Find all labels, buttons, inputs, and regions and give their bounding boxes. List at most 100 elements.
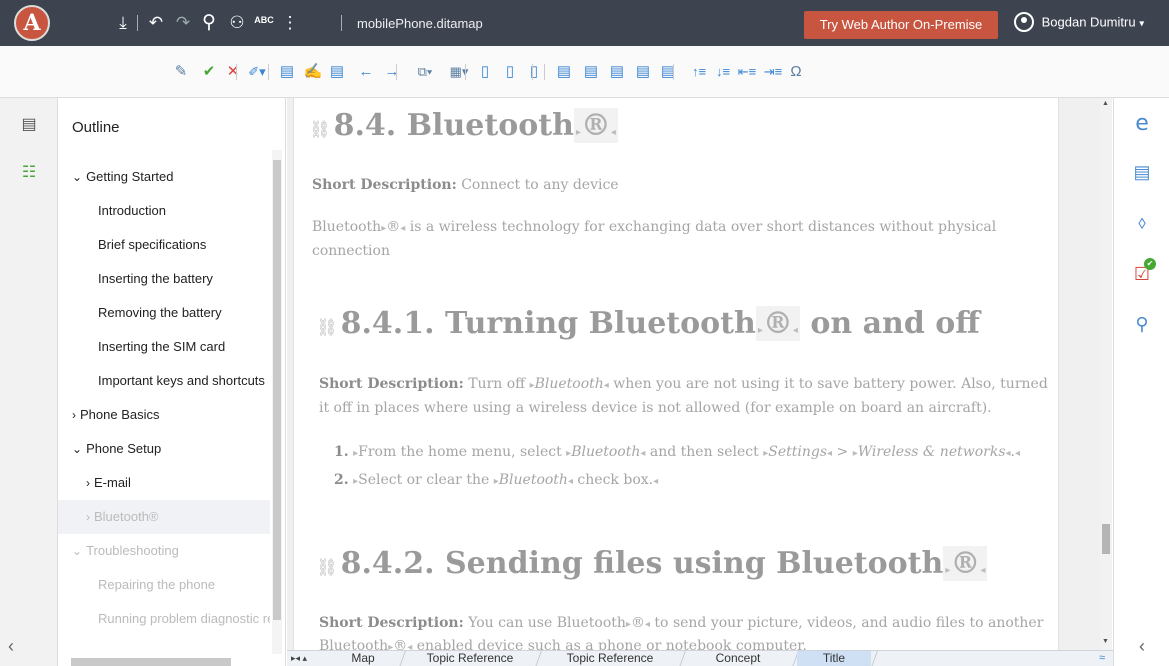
chevron-down-icon[interactable]: ⌄ — [72, 170, 82, 184]
remove-comment-icon[interactable]: ▤ — [326, 61, 348, 83]
breadcrumb-item[interactable]: Map — [327, 651, 399, 666]
scroll-thumb[interactable] — [273, 160, 281, 620]
oxygen-logo[interactable]: A — [14, 5, 50, 41]
outline-horizontal-scrollbar[interactable] — [66, 654, 266, 666]
chevron-right-icon[interactable]: › — [86, 476, 90, 490]
promote-icon[interactable]: ⇤≡ — [734, 61, 760, 83]
breadcrumb-item[interactable]: Topic Reference — [405, 651, 535, 666]
spell-check-icon[interactable]: ABC — [253, 9, 275, 31]
insert-keydef-icon[interactable]: ▯ — [523, 61, 545, 83]
track-changes-icon[interactable]: ✎ — [170, 61, 192, 83]
more-options-icon[interactable]: ⋮ — [279, 12, 301, 34]
delete-row-icon[interactable]: ▤ — [657, 61, 679, 83]
chevron-down-icon[interactable]: ⌄ — [72, 442, 82, 456]
collapse-left-icon[interactable]: ‹ — [8, 636, 14, 657]
short-description[interactable]: Short Description: Connect to any device — [312, 174, 1042, 197]
insert-row-below-icon[interactable]: ▤ — [580, 61, 602, 83]
outline-item[interactable]: Inserting the battery — [58, 262, 270, 296]
scroll-up-icon[interactable]: ▲ — [1102, 100, 1109, 107]
demote-icon[interactable]: ⇥≡ — [760, 61, 786, 83]
review-icon[interactable]: ⚇ — [226, 12, 248, 34]
short-description[interactable]: Short Description: You can use Bluetooth… — [319, 612, 1054, 636]
reject-change-icon[interactable]: ✕ — [222, 61, 244, 83]
search-icon[interactable]: ⚲ — [198, 12, 220, 34]
outline-vertical-scrollbar[interactable] — [272, 150, 282, 654]
document-page[interactable]: ⛓ 8.4. Bluetooth ▸®◂ Short Description: Co… — [293, 98, 1059, 650]
try-on-premise-button[interactable]: Try Web Author On-Premise — [804, 11, 998, 39]
edit-comment-icon[interactable]: ✍ — [302, 61, 324, 83]
add-comment-icon[interactable]: ▤ — [276, 61, 298, 83]
outline-item[interactable]: › Bluetooth® — [58, 500, 270, 534]
redo-icon[interactable]: ↷ — [172, 12, 194, 34]
step-item[interactable]: 1. ▸From the home menu, select ▸Bluetoot… — [334, 441, 1054, 465]
short-description[interactable]: Short Description: Turn off ▸Bluetooth◂ … — [319, 373, 1049, 420]
download-icon[interactable]: ⤓ — [112, 12, 134, 34]
divider — [673, 64, 674, 80]
move-up-icon[interactable]: ↑≡ — [686, 61, 712, 83]
outline-item[interactable]: Removing the battery — [58, 296, 270, 330]
dita-map-view-icon[interactable]: ▤ — [14, 110, 44, 140]
attributes-icon[interactable]: e — [1128, 110, 1156, 138]
insert-symbol-icon[interactable]: Ω — [785, 61, 807, 83]
insert-column-icon[interactable]: ▤ — [632, 61, 654, 83]
outline-item[interactable]: › Phone Basics — [58, 398, 270, 432]
outline-item[interactable]: Important keys and shortcuts — [58, 364, 270, 398]
breadcrumb-item[interactable]: Concept — [684, 651, 792, 666]
step-item[interactable]: 2. ▸Select or clear the ▸Bluetooth◂ chec… — [334, 469, 1054, 493]
next-change-icon[interactable]: → — [381, 61, 403, 83]
insert-row-above-icon[interactable]: ▤ — [606, 61, 628, 83]
outline-item-label: Brief specifications — [98, 237, 207, 252]
chevron-right-icon[interactable]: › — [86, 510, 90, 524]
outline-item[interactable]: Brief specifications — [58, 228, 270, 262]
copy-menu-icon[interactable]: ⧉▾ — [412, 61, 438, 83]
breadcrumb-item[interactable]: Topic Reference — [541, 651, 679, 666]
outline-view-icon[interactable]: ☷ — [14, 158, 44, 188]
chevron-down-icon: ▾ — [1139, 18, 1145, 30]
outline-item[interactable]: › E-mail — [58, 466, 270, 500]
tags-icon[interactable]: ⬨ — [1128, 208, 1156, 236]
outline-item[interactable]: ⌄ Getting Started — [58, 160, 270, 194]
outline-item[interactable]: ⌄ Troubleshooting — [58, 534, 270, 568]
scroll-thumb[interactable] — [71, 658, 231, 666]
breadcrumb-item[interactable]: Title — [797, 651, 871, 666]
accept-change-icon[interactable]: ✔ — [198, 61, 220, 83]
section-title[interactable]: ⛓ 8.4.1. Turning Bluetooth ▸®◂ on and off — [316, 306, 980, 341]
outline-item-label: Bluetooth® — [94, 509, 159, 524]
outline-tree: ⌄ Getting Started Introduction Brief specif… — [58, 160, 270, 666]
outline-item-label: Repairing the phone — [98, 577, 216, 592]
comments-icon[interactable]: ▤ — [1128, 158, 1156, 186]
scroll-down-icon[interactable]: ▼ — [1102, 638, 1109, 645]
divider — [465, 64, 466, 80]
insert-reference-icon[interactable]: ▯ — [499, 61, 521, 83]
outline-item[interactable]: Inserting the SIM card — [58, 330, 270, 364]
divider — [396, 64, 397, 80]
undo-icon[interactable]: ↶ — [145, 12, 167, 34]
chevron-right-icon[interactable]: › — [72, 408, 76, 422]
topic-title[interactable]: ⛓ 8.4. Bluetooth ▸®◂ — [309, 108, 618, 143]
editor-area: ⛓ 8.4. Bluetooth ▸®◂ Short Description: Co… — [287, 98, 1112, 650]
chevron-down-icon[interactable]: ⌄ — [72, 544, 82, 558]
scroll-thumb[interactable] — [1102, 524, 1110, 554]
outline-item[interactable]: Repairing the phone — [58, 568, 270, 602]
collapse-right-icon[interactable]: ‹ — [1128, 632, 1156, 660]
previous-change-icon[interactable]: ← — [355, 61, 377, 83]
breadcrumb-nav-icon[interactable]: ▸◂ ▴ — [291, 651, 307, 666]
outline-item[interactable]: Introduction — [58, 194, 270, 228]
find-replace-icon[interactable]: ⚲ — [1128, 310, 1156, 338]
insert-table-icon[interactable]: ▤ — [553, 61, 575, 83]
outline-item[interactable]: ⌄ Phone Setup — [58, 432, 270, 466]
body-paragraph[interactable]: Bluetooth▸®◂ is a wireless technology fo… — [312, 216, 1042, 263]
outline-item-label: Removing the battery — [98, 305, 222, 320]
section-title[interactable]: ⛓ 8.4.2. Sending files using Bluetooth ▸®◂ — [316, 546, 988, 581]
expand-breadcrumb-icon[interactable]: ≈ — [1099, 651, 1105, 666]
editor-vertical-scrollbar[interactable]: ▲ ▼ — [1100, 98, 1112, 650]
move-down-icon[interactable]: ↓≡ — [710, 61, 736, 83]
outline-item[interactable]: Running problem diagnostic re — [58, 602, 270, 636]
user-menu[interactable]: Bogdan Dumitru ▾ — [1014, 12, 1145, 33]
insert-topic-icon[interactable]: ▯ — [474, 61, 496, 83]
document-filename: mobilePhone.ditamap — [357, 16, 483, 31]
highlight-icon[interactable]: ✐▾ — [244, 61, 270, 83]
outline-item-label: Important keys and shortcuts — [98, 373, 265, 388]
insert-menu-icon[interactable]: ▦▾ — [446, 61, 472, 83]
body-paragraph[interactable]: Bluetooth▸®◂ enabled device such as a ph… — [319, 635, 1054, 650]
